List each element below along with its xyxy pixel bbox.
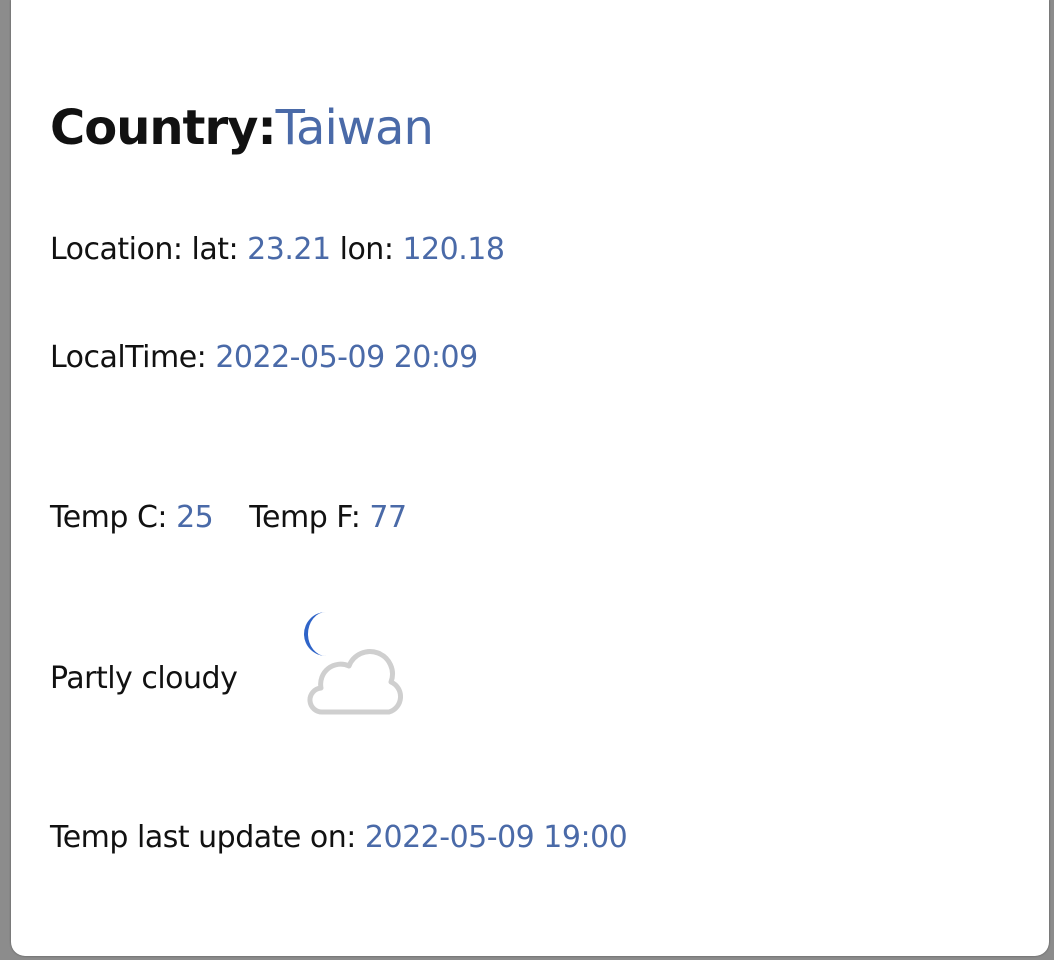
location-label: Location: lat: bbox=[50, 232, 239, 267]
last-update-value: 2022-05-09 19:00 bbox=[364, 820, 628, 855]
local-time-value: 2022-05-09 20:09 bbox=[215, 340, 478, 375]
country-heading: Country:Taiwan bbox=[50, 100, 434, 156]
location-row: Location: lat: 23.21 lon: 120.18 bbox=[50, 232, 505, 267]
country-label: Country: bbox=[50, 100, 277, 156]
weather-card: Country:Taiwan Location: lat: 23.21 lon:… bbox=[11, 0, 1049, 956]
temp-f-value: 77 bbox=[369, 500, 407, 535]
moon-icon bbox=[304, 612, 326, 656]
local-time-row: LocalTime: 2022-05-09 20:09 bbox=[50, 340, 478, 375]
longitude-value: 120.18 bbox=[402, 232, 505, 267]
latitude-value: 23.21 bbox=[247, 232, 331, 267]
temp-c-label: Temp C: bbox=[50, 500, 168, 535]
condition-text: Partly cloudy bbox=[50, 661, 238, 696]
longitude-label: lon: bbox=[339, 232, 394, 267]
cloud-icon bbox=[307, 649, 403, 715]
partly-cloudy-night-icon bbox=[304, 612, 403, 715]
temp-c-value: 25 bbox=[176, 500, 214, 535]
last-update-row: Temp last update on: 2022-05-09 19:00 bbox=[50, 820, 628, 855]
temperature-row: Temp C: 25 Temp F: 77 bbox=[50, 500, 407, 535]
local-time-label: LocalTime: bbox=[50, 340, 207, 375]
country-value: Taiwan bbox=[275, 100, 434, 156]
temp-f-label: Temp F: bbox=[249, 500, 361, 535]
last-update-label: Temp last update on: bbox=[50, 820, 356, 855]
condition-row: Partly cloudy bbox=[50, 661, 238, 696]
